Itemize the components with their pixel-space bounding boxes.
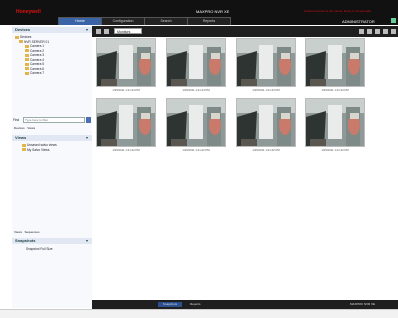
- tab-search[interactable]: Search: [144, 17, 188, 25]
- tab-configuration[interactable]: Configuration: [101, 17, 145, 25]
- tab-views[interactable]: Views: [27, 126, 35, 130]
- camera-icon: [25, 58, 29, 62]
- snapshot-image: [96, 38, 156, 87]
- forward-icon[interactable]: [104, 29, 109, 34]
- logout-icon[interactable]: [391, 18, 396, 23]
- collapse-icon[interactable]: ▾: [86, 27, 88, 32]
- tab-home[interactable]: Home: [58, 17, 102, 25]
- snapshot-caption: 1/25/2011 1:21:42 PM: [182, 148, 210, 152]
- snapshot-caption: 1/25/2011 1:21:44 PM: [112, 88, 140, 92]
- snapshot-caption: 1/25/2011 1:21:42 PM: [252, 148, 280, 152]
- snapshot-image: [236, 38, 296, 87]
- tab-reports[interactable]: Reports: [187, 17, 231, 25]
- camera-icon: [25, 67, 29, 71]
- find-tabs: Devices Views: [14, 126, 35, 130]
- tab-devices[interactable]: Devices: [14, 126, 25, 130]
- reports-button[interactable]: Reports: [190, 302, 201, 307]
- views-item-my-salvo[interactable]: My Salvo Views: [22, 148, 57, 153]
- snapshot-image: [166, 38, 226, 87]
- views-panel-header: Views: [12, 135, 92, 141]
- snapshot-image: [305, 38, 365, 87]
- layout-icon[interactable]: [375, 29, 380, 34]
- snapshot-thumbnail[interactable]: 1/25/2011 1:21:44 PM: [166, 38, 226, 94]
- devices-panel-header: Devices: [12, 27, 92, 33]
- camera-icon: [25, 44, 29, 48]
- snapshot-thumbnail[interactable]: 1/25/2011 1:21:42 PM: [166, 98, 226, 154]
- snapshot-image: [305, 98, 365, 147]
- snapshot-thumbnail[interactable]: 1/25/2011 1:21:44 PM: [305, 38, 365, 94]
- snapshot-thumbnail[interactable]: 1/25/2011 1:21:44 PM: [96, 38, 156, 94]
- view-tabs: Views Sequences: [14, 230, 39, 234]
- snapshots-option[interactable]: Snapshot Full Size: [26, 247, 53, 252]
- snapshot-caption: 1/25/2011 1:21:44 PM: [252, 88, 280, 92]
- tab-sequences[interactable]: Sequences: [24, 230, 39, 234]
- find-input[interactable]: [23, 117, 85, 123]
- layout-icon[interactable]: [383, 29, 388, 34]
- find-go-button[interactable]: [86, 117, 91, 123]
- views-list: Unsaved salvo views My Salvo Views: [22, 143, 57, 152]
- snapshot-thumbnail[interactable]: 1/25/2011 1:21:42 PM: [236, 98, 296, 154]
- snapshot-caption: 1/25/2011 1:21:44 PM: [182, 88, 210, 92]
- snapshot-thumbnail[interactable]: 1/25/2011 1:21:42 PM: [96, 98, 156, 154]
- collapse-icon[interactable]: ▾: [86, 238, 88, 243]
- current-user: ADMINISTRATOR: [342, 19, 375, 24]
- camera-icon: [25, 71, 29, 75]
- snapshots-panel-header: Snapshots: [12, 238, 92, 244]
- snapshots-button[interactable]: Snapshots: [158, 302, 182, 307]
- snapshot-grid: 1/25/2011 1:21:44 PM 1/25/2011 1:21:44 PM…: [92, 37, 398, 300]
- find-label: Find: [13, 118, 20, 122]
- snapshot-thumbnail[interactable]: 1/25/2011 1:21:42 PM: [305, 98, 365, 154]
- folder-icon: [15, 35, 19, 39]
- layout-icon[interactable]: [367, 29, 372, 34]
- device-tree: Devices NVR SERVER 01 Camera 1 Camera 2 …: [15, 35, 49, 76]
- find-bar: Find: [13, 117, 91, 124]
- snapshot-caption: 1/25/2011 1:21:42 PM: [321, 148, 349, 152]
- layout-icon[interactable]: [391, 29, 396, 34]
- camera-icon: [25, 53, 29, 57]
- snapshot-thumbnail[interactable]: 1/25/2011 1:21:44 PM: [236, 38, 296, 94]
- collapse-icon[interactable]: ▾: [86, 135, 88, 140]
- product-label: MAXPRO NVR XE: [350, 302, 376, 306]
- snapshot-image: [96, 98, 156, 147]
- camera-icon: [25, 49, 29, 53]
- connection-notice: Cannot connect to the server. Retry in 1…: [304, 9, 372, 13]
- folder-icon: [22, 143, 26, 147]
- app-title: MAXPRO NVR XE: [196, 9, 230, 14]
- camera-icon: [25, 62, 29, 66]
- tree-camera[interactable]: Camera 7: [25, 71, 49, 76]
- layout-icon[interactable]: [359, 29, 364, 34]
- snapshot-caption: 1/25/2011 1:21:42 PM: [112, 148, 140, 152]
- snapshot-image: [166, 98, 226, 147]
- folder-icon: [22, 148, 26, 152]
- brand-logo: Honeywell: [16, 9, 41, 15]
- server-icon: [19, 40, 23, 44]
- snapshot-image: [236, 98, 296, 147]
- back-icon[interactable]: [96, 29, 101, 34]
- snapshot-caption: 1/25/2011 1:21:44 PM: [321, 88, 349, 92]
- monitors-dropdown[interactable]: Monitors: [114, 28, 142, 34]
- tab-views[interactable]: Views: [14, 230, 22, 234]
